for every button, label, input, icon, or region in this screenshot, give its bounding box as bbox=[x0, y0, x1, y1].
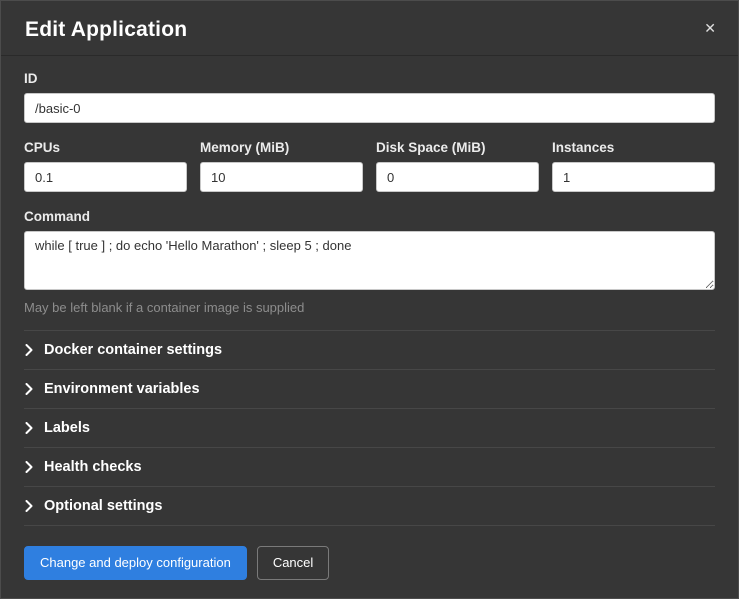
close-icon[interactable]: ✕ bbox=[700, 17, 720, 39]
id-field-group: ID bbox=[24, 71, 715, 123]
modal-footer: Change and deploy configuration Cancel bbox=[1, 532, 738, 598]
command-textarea[interactable]: while [ true ] ; do echo 'Hello Marathon… bbox=[24, 231, 715, 290]
section-health-checks[interactable]: Health checks bbox=[24, 447, 715, 486]
command-field-group: Command while [ true ] ; do echo 'Hello … bbox=[24, 209, 715, 315]
disk-label: Disk Space (MiB) bbox=[376, 140, 539, 155]
id-input[interactable] bbox=[24, 93, 715, 123]
instances-label: Instances bbox=[552, 140, 715, 155]
cpus-label: CPUs bbox=[24, 140, 187, 155]
section-environment-variables[interactable]: Environment variables bbox=[24, 369, 715, 408]
chevron-right-icon bbox=[25, 383, 33, 395]
accordion-sections: Docker container settings Environment va… bbox=[24, 330, 715, 526]
id-label: ID bbox=[24, 71, 715, 86]
disk-input[interactable] bbox=[376, 162, 539, 192]
edit-application-modal: Edit Application ✕ ID CPUs Memory (MiB) … bbox=[0, 0, 739, 599]
section-label: Environment variables bbox=[44, 381, 200, 397]
modal-header: Edit Application ✕ bbox=[1, 1, 738, 56]
cpus-input[interactable] bbox=[24, 162, 187, 192]
change-and-deploy-button[interactable]: Change and deploy configuration bbox=[24, 546, 247, 580]
command-label: Command bbox=[24, 209, 715, 224]
modal-title: Edit Application bbox=[25, 18, 187, 41]
instances-field-group: Instances bbox=[552, 140, 715, 192]
chevron-right-icon bbox=[25, 500, 33, 512]
section-docker-container-settings[interactable]: Docker container settings bbox=[24, 330, 715, 369]
section-label: Docker container settings bbox=[44, 342, 222, 358]
chevron-right-icon bbox=[25, 461, 33, 473]
chevron-right-icon bbox=[25, 344, 33, 356]
cancel-button[interactable]: Cancel bbox=[257, 546, 329, 580]
section-optional-settings[interactable]: Optional settings bbox=[24, 486, 715, 525]
section-label: Optional settings bbox=[44, 498, 162, 514]
modal-body: ID CPUs Memory (MiB) Disk Space (MiB) In… bbox=[1, 56, 738, 532]
memory-input[interactable] bbox=[200, 162, 363, 192]
memory-label: Memory (MiB) bbox=[200, 140, 363, 155]
instances-input[interactable] bbox=[552, 162, 715, 192]
resources-row: CPUs Memory (MiB) Disk Space (MiB) Insta… bbox=[24, 140, 715, 192]
cpus-field-group: CPUs bbox=[24, 140, 187, 192]
chevron-right-icon bbox=[25, 422, 33, 434]
section-label: Health checks bbox=[44, 459, 142, 475]
disk-field-group: Disk Space (MiB) bbox=[376, 140, 539, 192]
command-help-text: May be left blank if a container image i… bbox=[24, 300, 715, 315]
memory-field-group: Memory (MiB) bbox=[200, 140, 363, 192]
section-label: Labels bbox=[44, 420, 90, 436]
section-labels[interactable]: Labels bbox=[24, 408, 715, 447]
